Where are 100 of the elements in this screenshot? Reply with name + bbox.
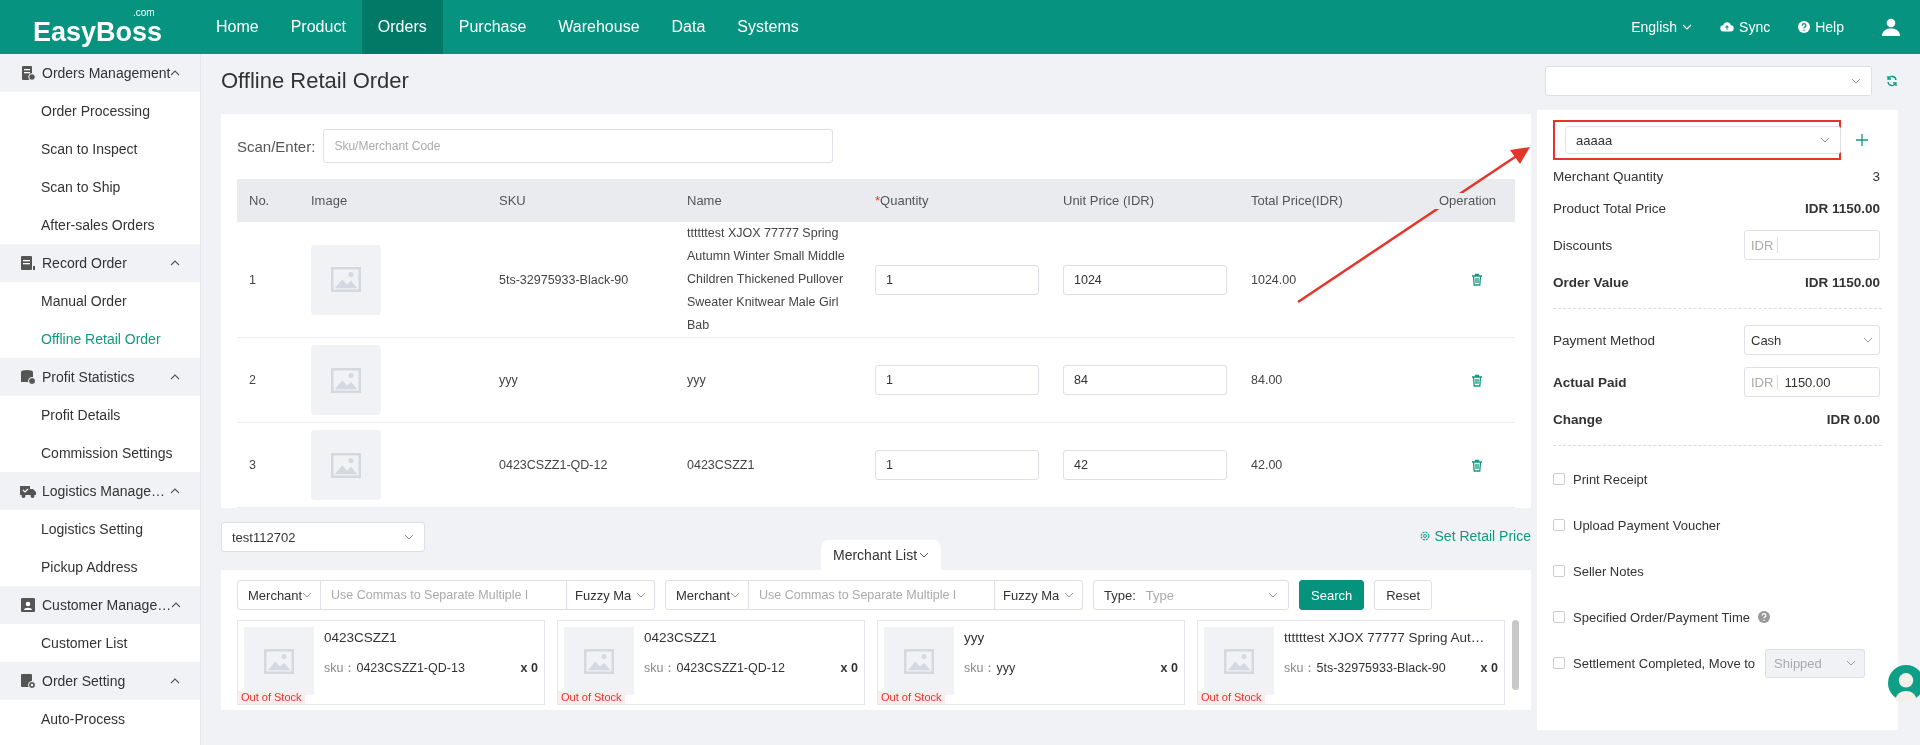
image-icon: [331, 367, 361, 393]
unit-price-input[interactable]: 1024: [1063, 264, 1227, 295]
sidebar-item[interactable]: Logistics Setting: [0, 510, 200, 548]
merchant-card[interactable]: ttttttest XJOX 77777 Spring Aut… sku：5ts-32975933-Black-90 x 0 Out of Stock: [1197, 620, 1505, 705]
caret-icon: [1863, 337, 1873, 343]
scrollbar[interactable]: [1512, 620, 1519, 690]
caret-icon: [170, 374, 180, 380]
table-cell-text: 84.00: [1250, 373, 1284, 387]
caret-icon: [1064, 592, 1074, 598]
unit-price-input[interactable]: 84: [1063, 365, 1227, 395]
brand-logo[interactable]: EasyBoss: [33, 18, 163, 46]
sidebar-group[interactable]: Customer Manage…: [0, 586, 200, 624]
merchant-list-tab[interactable]: Merchant List: [821, 540, 942, 570]
sidebar-item[interactable]: Order Processing: [0, 92, 200, 130]
sidebar-item[interactable]: Scan to Ship: [0, 168, 200, 206]
filter-input-field[interactable]: Use Commas to Separate Multiple I: [749, 580, 995, 610]
actual-paid-input-field[interactable]: IDR 1150.00: [1744, 367, 1880, 397]
sidebar-item[interactable]: Profit Details: [0, 396, 200, 434]
sidebar-item[interactable]: Offline Retail Order: [0, 320, 200, 358]
sidebar-item[interactable]: Manual Order: [0, 282, 200, 320]
table-cell-text: 0423CSZZ1-QD-12: [498, 458, 609, 472]
store-select[interactable]: test112702: [221, 522, 425, 552]
quantity-input[interactable]: 1: [875, 264, 1039, 295]
sidebar-item[interactable]: Pickup Address: [0, 548, 200, 586]
summary-label: Discounts: [1553, 237, 1613, 253]
customer-select[interactable]: aaaaa: [1565, 126, 1841, 154]
sidebar-item[interactable]: Commission Settings: [0, 434, 200, 472]
checkbox[interactable]: [1553, 473, 1565, 485]
nav-tab[interactable]: Systems: [721, 0, 815, 54]
help-button[interactable]: Help: [1798, 19, 1844, 35]
checkbox[interactable]: [1553, 611, 1565, 623]
payment-method-select[interactable]: Cash: [1744, 325, 1880, 355]
sku-value: 5ts-32975933-Black-90: [1316, 661, 1446, 675]
nav-tab[interactable]: Data: [655, 0, 722, 54]
option-label: Specified Order/Payment Time: [1573, 609, 1751, 625]
image-icon: [904, 648, 934, 674]
caret-icon: [170, 260, 180, 266]
sidebar-item[interactable]: Scan to Inspect: [0, 130, 200, 168]
delete-icon[interactable]: [1471, 458, 1483, 472]
sidebar-group[interactable]: Orders Management: [0, 54, 200, 92]
sidebar-item[interactable]: Customer List: [0, 624, 200, 662]
delete-icon[interactable]: [1471, 373, 1483, 387]
nav-tab[interactable]: Purchase: [442, 0, 543, 54]
help-icon[interactable]: [1758, 611, 1771, 623]
sync-button[interactable]: Sync: [1720, 19, 1771, 35]
merchant-card[interactable]: yyy sku：yyy x 0 Out of Stock: [877, 620, 1185, 705]
delete-icon[interactable]: [1471, 273, 1483, 286]
search-button[interactable]: Search: [1299, 580, 1365, 610]
quantity-input[interactable]: 1: [875, 450, 1039, 480]
assistant-avatar-icon[interactable]: [1888, 665, 1920, 701]
sidebar-item[interactable]: Auto-Process: [0, 700, 200, 738]
sidebar-item[interactable]: After-sales Orders: [0, 206, 200, 244]
table-cell-text: ttttttest XJOX 77777 Spring Autumn Winter Small Middle Children Thickened Pullover Sweater Knitwear Male Girl Bab: [686, 225, 846, 334]
image-icon: [584, 648, 614, 674]
caret-icon: [636, 592, 646, 598]
sidebar-group[interactable]: Logistics Manage…: [0, 472, 200, 510]
caret-icon: [1851, 78, 1862, 84]
filter-input-field[interactable]: Use Commas to Separate Multiple I: [321, 580, 567, 610]
table-cell-text: 5ts-32975933-Black-90: [498, 272, 630, 287]
sidebar-group[interactable]: Profit Statistics: [0, 358, 200, 396]
nav-tab[interactable]: Product: [274, 0, 362, 54]
sku-label: sku：: [644, 660, 677, 677]
nav-tab[interactable]: Home: [200, 0, 275, 54]
table-cell-text: yyy: [498, 373, 519, 387]
summary-value: IDR 0.00: [1826, 411, 1880, 427]
match-mode-select[interactable]: Fuzzy Ma: [995, 580, 1083, 610]
field-select[interactable]: Merchant: [665, 580, 749, 610]
merchant-name: yyy: [964, 630, 986, 645]
option-label: Print Receipt: [1573, 471, 1648, 487]
stock-quantity: x 0: [1160, 661, 1178, 675]
checkbox[interactable]: [1553, 657, 1565, 669]
quantity-input[interactable]: 1: [875, 365, 1039, 395]
option-label: Upload Payment Voucher: [1573, 517, 1721, 533]
add-icon[interactable]: [1856, 134, 1868, 146]
option-label: Seller Notes: [1573, 563, 1644, 579]
sku-value: 0423CSZZ1-QD-13: [356, 661, 465, 675]
refresh-icon[interactable]: [1886, 75, 1898, 87]
field-select[interactable]: Merchant: [237, 580, 321, 610]
table-cell-text: 0423CSZZ1: [686, 456, 756, 474]
user-icon[interactable]: [1882, 18, 1900, 36]
checkbox[interactable]: [1553, 565, 1565, 577]
nav-tab[interactable]: Warehouse: [542, 0, 656, 54]
reset-button[interactable]: Reset: [1374, 580, 1433, 610]
sku-label: sku：: [964, 660, 997, 677]
merchant-card[interactable]: 0423CSZZ1 sku：0423CSZZ1-QD-12 x 0 Out of Stock: [557, 620, 865, 705]
type-select[interactable]: Type: Type: [1093, 580, 1289, 610]
contact-card-icon: [20, 597, 36, 613]
truck-icon: [20, 483, 36, 499]
scan-input-field[interactable]: Sku/Merchant Code: [323, 129, 834, 163]
unit-price-input[interactable]: 42: [1063, 450, 1227, 480]
sidebar-group[interactable]: Record Order: [0, 244, 200, 282]
match-mode-select[interactable]: Fuzzy Ma: [567, 580, 655, 610]
image-icon: [331, 452, 361, 478]
checkbox[interactable]: [1553, 519, 1565, 531]
sidebar-group[interactable]: Order Setting: [0, 662, 200, 700]
language-menu[interactable]: English: [1631, 19, 1693, 35]
caret-icon: [170, 488, 180, 494]
sku-label: sku：: [1284, 660, 1317, 677]
nav-tab[interactable]: Orders: [361, 0, 443, 54]
merchant-card[interactable]: 0423CSZZ1 sku：0423CSZZ1-QD-13 x 0 Out of Stock: [237, 620, 545, 705]
